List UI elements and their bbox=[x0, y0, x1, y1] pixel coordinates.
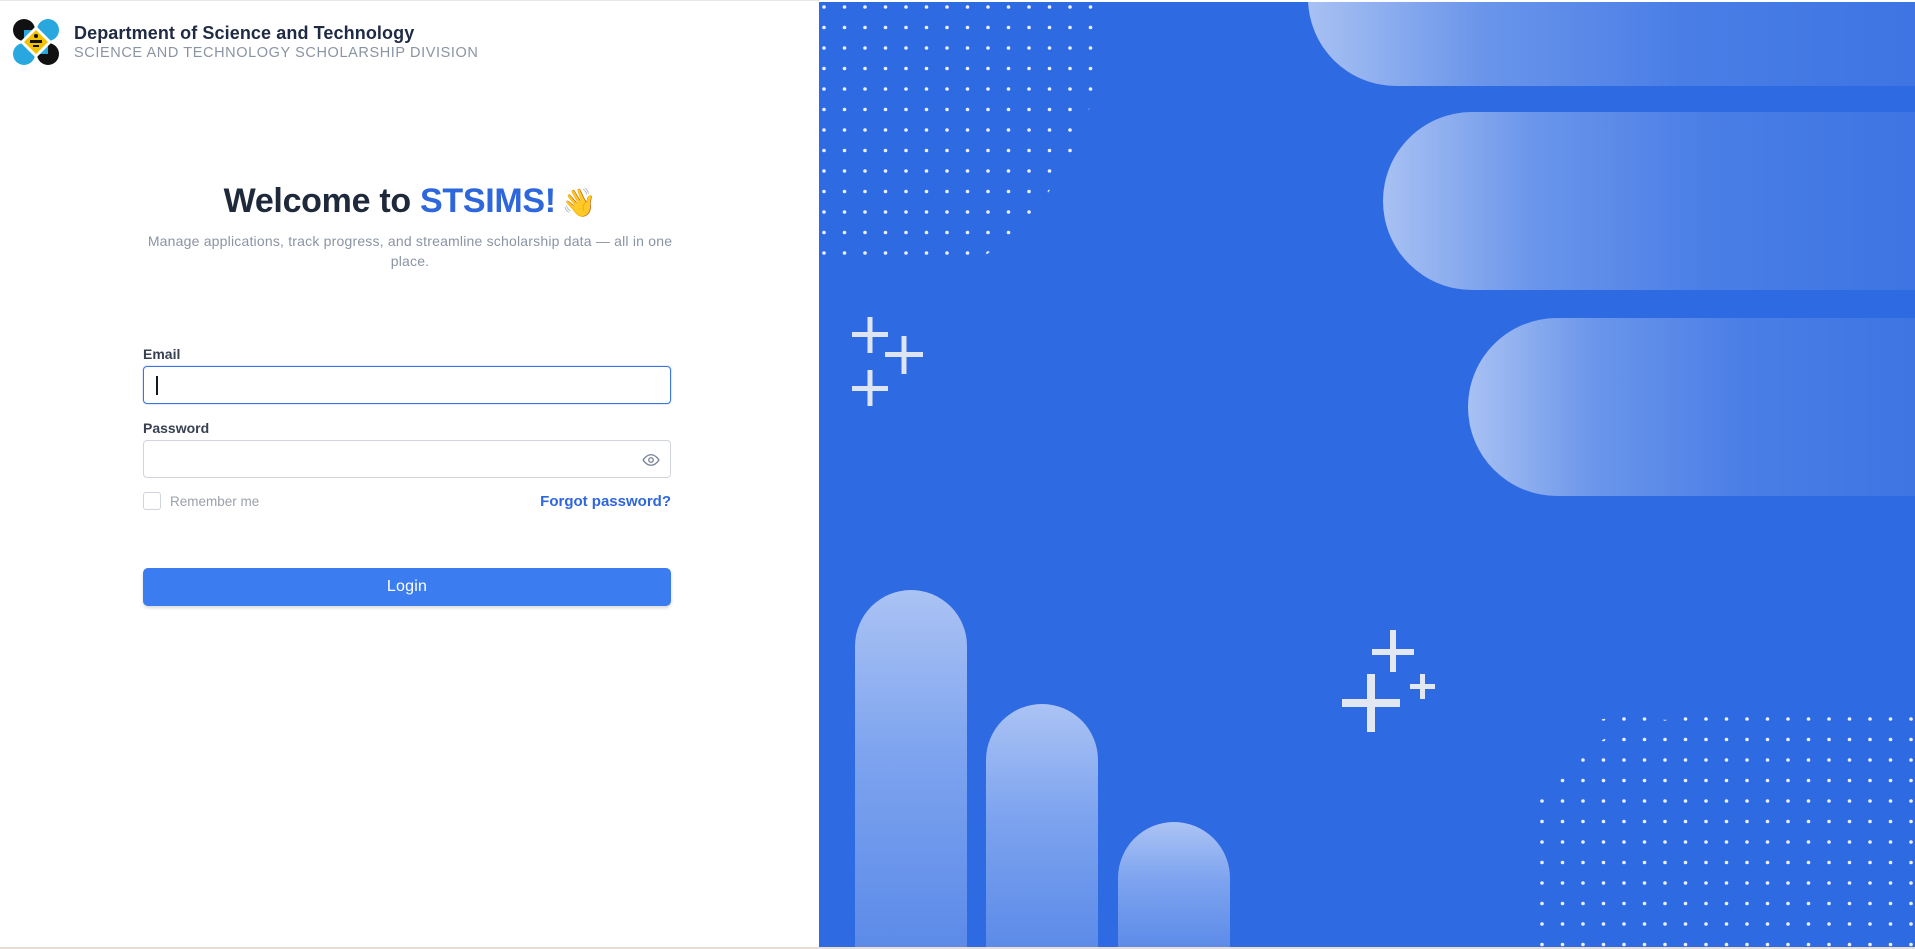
waving-hand-icon: 👋 bbox=[561, 187, 597, 218]
password-label: Password bbox=[143, 420, 210, 436]
org-name: Department of Science and Technology bbox=[74, 23, 415, 43]
app-name: STSIMS! bbox=[419, 182, 556, 220]
decor-tower-1 bbox=[855, 590, 967, 947]
page-subtitle: Manage applications, track progress, and… bbox=[147, 233, 673, 269]
remember-checkbox[interactable] bbox=[143, 492, 161, 510]
email-field-wrapper bbox=[143, 366, 671, 404]
remember-label: Remember me bbox=[170, 493, 260, 509]
decor-tower-3 bbox=[1118, 822, 1230, 947]
email-field[interactable] bbox=[144, 367, 670, 403]
brand-header: Department of Science and Technology SCI… bbox=[12, 18, 479, 66]
decorative-panel bbox=[819, 2, 1915, 947]
sparkle-icon-bottom bbox=[1342, 630, 1435, 732]
text-caret bbox=[156, 376, 158, 395]
remember-me[interactable]: Remember me bbox=[143, 492, 259, 510]
login-button[interactable]: Login bbox=[143, 568, 671, 606]
welcome-section: Welcome to STSIMS! 👋 Manage applications,… bbox=[140, 177, 680, 271]
decor-pill-2 bbox=[1383, 112, 1915, 290]
page-title: Welcome to STSIMS! 👋 bbox=[140, 177, 680, 227]
dost-logo-icon bbox=[12, 18, 60, 66]
email-label: Email bbox=[143, 346, 181, 362]
login-panel: Department of Science and Technology SCI… bbox=[0, 0, 819, 948]
title-prefix: Welcome to bbox=[223, 182, 420, 220]
decor-pill-3 bbox=[1468, 318, 1915, 496]
division-name: SCIENCE AND TECHNOLOGY SCHOLARSHIP DIVIS… bbox=[74, 45, 479, 61]
password-field-wrapper bbox=[143, 440, 671, 478]
decor-pill-1 bbox=[1308, 2, 1915, 86]
form-options: Remember me Forgot password? bbox=[143, 490, 671, 512]
login-form: Email Password Remember me Forgot passwo… bbox=[143, 346, 671, 606]
password-field[interactable] bbox=[144, 441, 670, 477]
sparkle-icon-top bbox=[852, 317, 923, 406]
forgot-password-link[interactable]: Forgot password? bbox=[540, 493, 671, 510]
decor-tower-2 bbox=[986, 704, 1098, 947]
eye-icon[interactable] bbox=[642, 451, 660, 469]
